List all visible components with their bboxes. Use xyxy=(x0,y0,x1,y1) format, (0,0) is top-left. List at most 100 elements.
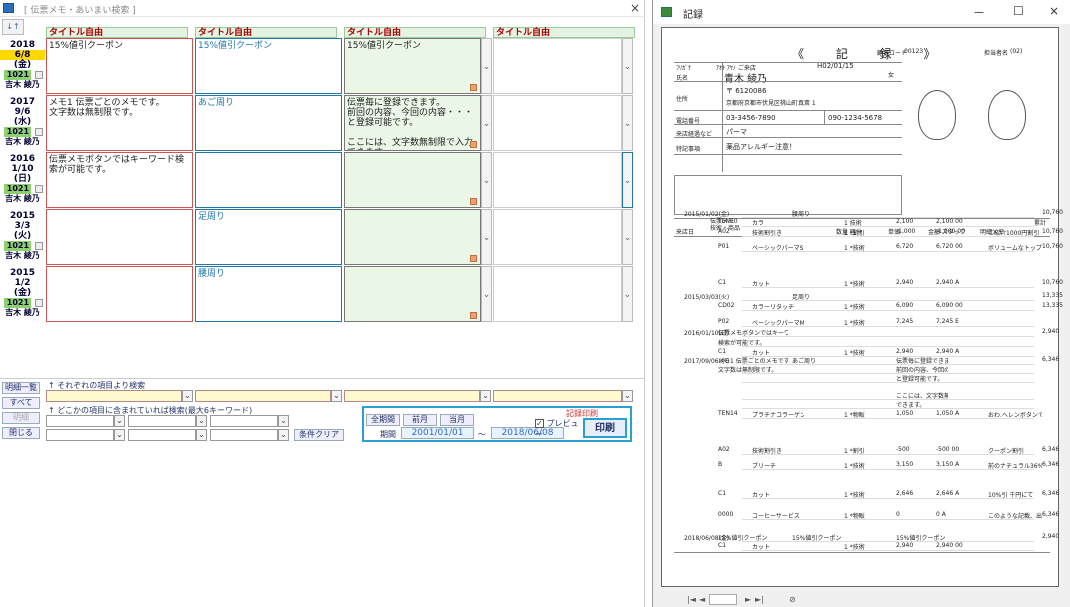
search-field-4[interactable] xyxy=(493,390,622,402)
memo-cell[interactable] xyxy=(344,209,481,265)
memo-cell[interactable] xyxy=(344,266,481,322)
row-select-button[interactable] xyxy=(34,241,43,250)
line-separator xyxy=(742,251,1034,252)
last-page-button[interactable]: ►| xyxy=(755,595,764,604)
search-field-1-dropdown[interactable]: ⌄ xyxy=(182,390,193,402)
report-line-cell: C1 xyxy=(718,490,727,497)
report-line-cell: TEN10 xyxy=(718,218,738,225)
search-field-2-dropdown[interactable]: ⌄ xyxy=(331,390,342,402)
memo-cell[interactable] xyxy=(46,266,193,322)
next-page-button[interactable]: ► xyxy=(745,595,751,604)
dropdown-button[interactable]: ⌄ xyxy=(481,209,492,265)
face-side-illustration xyxy=(988,90,1026,140)
report-line-cell: 0000 xyxy=(718,511,734,518)
memo-cell[interactable] xyxy=(493,38,622,94)
keyword-field-2[interactable] xyxy=(128,415,196,427)
detail-button-disabled[interactable]: 明細 xyxy=(2,412,40,424)
memo-marker-icon[interactable] xyxy=(470,255,477,262)
prev-month-button[interactable]: 前月 xyxy=(403,414,437,426)
search-field-3-dropdown[interactable]: ⌄ xyxy=(480,390,491,402)
prev-page-button[interactable]: ◄ xyxy=(699,595,705,604)
period-label: 期間 xyxy=(380,430,396,439)
notes-label: 特記事項 xyxy=(676,146,701,153)
dropdown-button[interactable]: ⌄ xyxy=(622,209,633,265)
memo-cell[interactable] xyxy=(493,95,622,151)
keyword-field-6-dropdown[interactable]: ⌄ xyxy=(278,429,289,441)
memo-cell[interactable]: 15%値引クーポン xyxy=(46,38,193,94)
keyword-field-1-dropdown[interactable]: ⌄ xyxy=(114,415,125,427)
dropdown-button[interactable]: ⌄ xyxy=(622,95,633,151)
search-field-1[interactable] xyxy=(46,390,182,402)
clear-conditions-button[interactable]: 条件クリア xyxy=(294,429,344,441)
dropdown-button[interactable]: ⌄ xyxy=(481,95,492,151)
dropdown-button[interactable]: ⌄ xyxy=(481,266,492,322)
page-number-input[interactable] xyxy=(709,594,737,605)
memo-cell[interactable] xyxy=(195,152,342,208)
memo-cell[interactable] xyxy=(493,209,622,265)
memo-cell[interactable]: メモ1 伝票ごとのメモです。 文字数は無制限です。 xyxy=(46,95,193,151)
all-period-button[interactable]: 全期間 xyxy=(366,414,400,426)
row-monthday: 9/6 xyxy=(14,107,31,117)
memo-marker-icon[interactable] xyxy=(470,141,477,148)
show-all-button[interactable]: すべて xyxy=(2,397,40,409)
maximize-button[interactable]: ☐ xyxy=(1013,4,1024,18)
report-line-cell: 2,940 xyxy=(896,348,914,355)
this-month-button[interactable]: 当月 xyxy=(440,414,474,426)
memo-cell[interactable] xyxy=(344,152,481,208)
row-date-3: 2016 1/10 (日) 1021 吉木 綾乃 xyxy=(0,154,45,204)
memo-cell[interactable]: 足周り xyxy=(195,209,342,265)
row-select-button[interactable] xyxy=(34,184,43,193)
search-field-4-dropdown[interactable]: ⌄ xyxy=(622,390,633,402)
dropdown-button[interactable]: ⌄ xyxy=(481,38,492,94)
memo-cell[interactable]: 15%値引クーポン xyxy=(195,38,342,94)
memo-cell[interactable] xyxy=(493,266,622,322)
address-label: 住所 xyxy=(676,96,689,103)
detail-list-button[interactable]: 明細一覧 xyxy=(2,382,40,394)
memo-marker-icon[interactable] xyxy=(470,84,477,91)
row-select-button[interactable] xyxy=(34,127,43,136)
keyword-field-5-dropdown[interactable]: ⌄ xyxy=(196,429,207,441)
line-separator xyxy=(742,550,1034,551)
minimize-button[interactable]: － xyxy=(973,4,985,21)
dropdown-button-selected[interactable]: ⌄ xyxy=(622,152,633,208)
memo-cell[interactable]: あご周り xyxy=(195,95,342,151)
report-close-button[interactable]: × xyxy=(1049,4,1059,18)
keyword-field-6[interactable] xyxy=(210,429,278,441)
dropdown-button[interactable]: ⌄ xyxy=(622,38,633,94)
memo-cell[interactable]: 腰周り xyxy=(195,266,342,322)
search-field-2[interactable] xyxy=(195,390,331,402)
dropdown-button[interactable]: ⌄ xyxy=(481,152,492,208)
memo-cell[interactable] xyxy=(493,152,622,208)
keyword-field-4[interactable] xyxy=(46,429,114,441)
preview-checkbox[interactable]: ✓ プレビュー xyxy=(535,418,579,440)
row-select-button[interactable] xyxy=(34,298,43,307)
keyword-field-2-dropdown[interactable]: ⌄ xyxy=(196,415,207,427)
first-page-button[interactable]: |◄ xyxy=(687,595,696,604)
sort-button[interactable]: ↓↑ xyxy=(2,19,24,35)
close-button[interactable]: 閉じる xyxy=(2,427,40,439)
keyword-field-5[interactable] xyxy=(128,429,196,441)
dropdown-button[interactable]: ⌄ xyxy=(622,266,633,322)
line-separator xyxy=(742,226,1034,227)
line-separator xyxy=(742,326,1034,327)
keyword-field-1[interactable] xyxy=(46,415,114,427)
row-weekday: (火) xyxy=(13,231,32,241)
search-field-3[interactable] xyxy=(344,390,480,402)
keyword-field-3-dropdown[interactable]: ⌄ xyxy=(278,415,289,427)
sex-value: 女 xyxy=(888,72,895,79)
report-line-cell: B xyxy=(718,461,723,468)
report-line-cell: 2,646 xyxy=(896,490,914,497)
report-line-cell: 6,720 00 xyxy=(936,243,963,250)
memo-cell[interactable]: 15%値引クーポン xyxy=(344,38,481,94)
memo-cell[interactable]: 伝票メモボタンではキーワード検索が可能です。 xyxy=(46,152,193,208)
memo-marker-icon[interactable] xyxy=(470,312,477,319)
keyword-field-4-dropdown[interactable]: ⌄ xyxy=(114,429,125,441)
left-close-button[interactable]: × xyxy=(630,1,640,15)
memo-cell[interactable]: 伝票毎に登録できます。 前回の内容、今回の内容・・・と登録可能です。 ここには、… xyxy=(344,95,481,151)
print-button[interactable]: 印刷 xyxy=(583,418,627,438)
memo-marker-icon[interactable] xyxy=(470,198,477,205)
memo-cell[interactable] xyxy=(46,209,193,265)
row-select-button[interactable] xyxy=(34,70,43,79)
period-from-field[interactable]: 2001/01/01 xyxy=(401,427,474,439)
keyword-field-3[interactable] xyxy=(210,415,278,427)
